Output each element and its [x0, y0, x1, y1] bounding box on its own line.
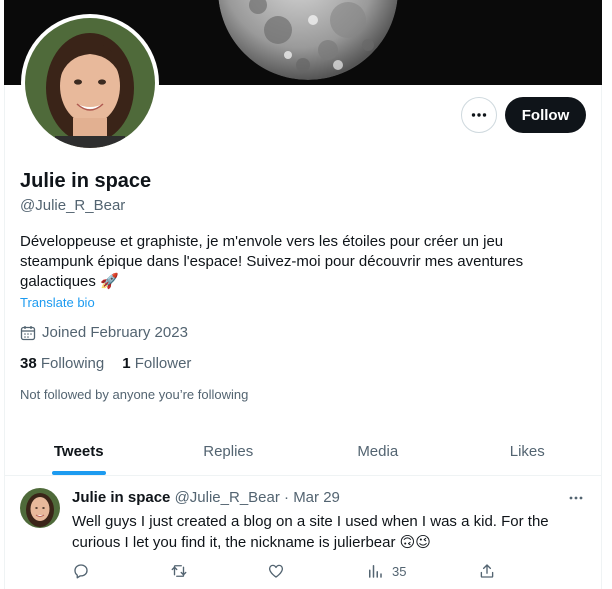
profile-display-name: Julie in space: [20, 170, 152, 192]
tweet-more-button[interactable]: [566, 488, 586, 508]
left-border: [4, 85, 5, 589]
calendar-icon: [20, 325, 36, 340]
like-button[interactable]: [267, 562, 285, 580]
tweet-header: Julie in space @Julie_R_Bear · Mar 29: [72, 489, 340, 506]
joined-label: Joined February 2023: [42, 324, 188, 341]
profile-avatar[interactable]: [21, 14, 159, 152]
retweet-icon: [171, 565, 187, 577]
profile-handle: @Julie_R_Bear: [20, 197, 126, 214]
followers-label: Follower: [134, 355, 192, 372]
more-options-button[interactable]: [461, 97, 497, 133]
following-link[interactable]: 38 Following: [20, 355, 104, 372]
tweet-avatar[interactable]: [20, 488, 60, 528]
more-horizontal-icon: [569, 496, 583, 500]
follow-button[interactable]: Follow: [505, 97, 586, 133]
avatar-photo: [25, 18, 155, 148]
tweet-author-handle[interactable]: @Julie_R_Bear: [175, 489, 280, 506]
followers-count: 1: [122, 355, 131, 372]
reply-icon: [74, 564, 88, 579]
views-button[interactable]: 35: [366, 562, 406, 580]
reply-button[interactable]: [72, 562, 90, 580]
like-icon: [268, 564, 284, 578]
tweet-avatar-photo: [20, 488, 60, 528]
following-label: Following: [40, 355, 105, 372]
tweet-separator: ·: [284, 489, 290, 506]
profile-bio: Développeuse et graphiste, je m'envole v…: [20, 233, 524, 290]
followers-link[interactable]: 1 Follower: [122, 355, 191, 372]
share-button[interactable]: [478, 562, 496, 580]
retweet-button[interactable]: [170, 562, 188, 580]
views-icon: [369, 565, 382, 578]
tweet-text: Well guys I just created a blog on a sit…: [72, 513, 549, 551]
tab-tweets[interactable]: Tweets: [4, 428, 154, 475]
right-border: [601, 85, 602, 589]
moon-image: [218, 0, 398, 80]
not-followed-note: Not followed by anyone you’re following: [20, 387, 249, 402]
tab-media[interactable]: Media: [303, 428, 453, 475]
tweet-author-name[interactable]: Julie in space: [72, 489, 170, 506]
follow-stats: 38 Following 1 Follower: [20, 355, 191, 372]
joined-date: Joined February 2023: [20, 324, 188, 341]
profile-tabs: Tweets Replies Media Likes: [4, 428, 602, 476]
views-count: 35: [392, 563, 407, 579]
tab-replies[interactable]: Replies: [154, 428, 304, 475]
tab-likes[interactable]: Likes: [453, 428, 603, 475]
following-count: 38: [20, 355, 37, 372]
tweet-date[interactable]: Mar 29: [293, 489, 340, 506]
translate-bio-link[interactable]: Translate bio: [20, 295, 95, 310]
share-icon: [480, 564, 494, 578]
more-horizontal-icon: [471, 113, 487, 117]
